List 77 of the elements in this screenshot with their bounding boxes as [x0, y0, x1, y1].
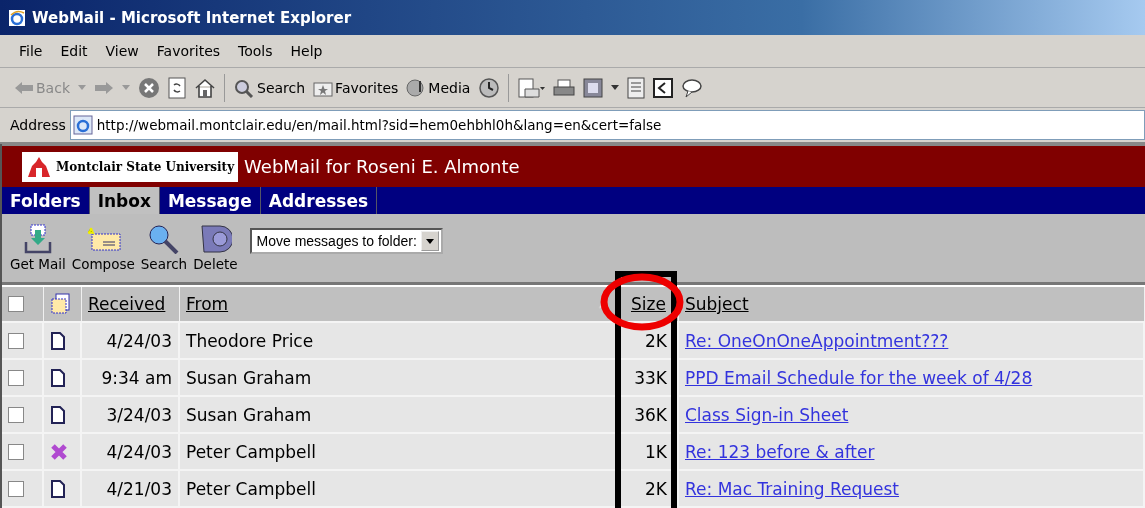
size-column-header[interactable]: Size — [631, 294, 666, 314]
size-cell: 33K — [617, 360, 679, 395]
sender-cell: Peter Campbell — [180, 434, 617, 469]
window-title: WebMail - Microsoft Internet Explorer — [32, 8, 352, 27]
row-checkbox[interactable] — [8, 480, 24, 497]
received-cell: 3/24/03 — [82, 397, 180, 432]
envelope-stack-icon — [50, 293, 72, 315]
received-cell: 4/21/03 — [82, 471, 180, 506]
sender-cell: Susan Graham — [180, 397, 617, 432]
sender-cell: Susan Graham — [180, 360, 617, 395]
row-checkbox[interactable] — [8, 332, 24, 349]
menu-item[interactable]: File — [10, 43, 52, 59]
address-label: Address — [10, 117, 66, 133]
page-icon — [72, 115, 93, 135]
size-cell: 36K — [617, 397, 679, 432]
media-button[interactable]: Media — [406, 77, 471, 98]
move-to-folder-dropdown[interactable]: Move messages to folder: — [249, 228, 443, 254]
row-checkbox[interactable] — [8, 443, 24, 460]
sender-cell: Peter Campbell — [180, 471, 617, 506]
trash-can-icon — [198, 224, 233, 254]
subject-link[interactable]: Class Sign-in Sheet — [685, 404, 849, 425]
document-icon[interactable] — [627, 76, 646, 99]
x-mark-icon — [50, 442, 68, 461]
building-icon — [26, 155, 52, 178]
frame-icon[interactable] — [653, 77, 674, 98]
select-all-checkbox[interactable] — [8, 296, 24, 312]
menu-item[interactable]: Favorites — [147, 43, 230, 59]
home-icon[interactable] — [194, 77, 216, 98]
favorites-button[interactable]: Favorites — [313, 78, 399, 97]
size-cell: 1K — [617, 434, 679, 469]
received-cell: 4/24/03 — [82, 323, 180, 358]
search-icon — [147, 224, 181, 254]
menu-item[interactable]: Edit — [51, 43, 97, 59]
document-icon — [50, 478, 66, 499]
sender-cell: Theodore Price — [180, 323, 617, 358]
search-button[interactable]: Search — [233, 77, 306, 98]
print-icon[interactable] — [553, 77, 576, 98]
subject-link[interactable]: PPD Email Schedule for the week of 4/28 — [685, 367, 1033, 388]
document-icon — [50, 404, 66, 425]
document-icon — [50, 367, 66, 388]
dropdown-arrow-icon[interactable] — [611, 85, 620, 90]
row-checkbox[interactable] — [8, 369, 24, 386]
size-cell: 2K — [617, 471, 679, 506]
document-icon — [50, 330, 66, 351]
row-checkbox[interactable] — [8, 406, 24, 423]
chat-bubble-icon[interactable] — [681, 77, 704, 98]
stop-icon[interactable] — [138, 76, 160, 99]
forward-arrow-icon[interactable] — [94, 80, 114, 95]
toolbar-button[interactable]: Get Mail — [10, 224, 66, 272]
tab[interactable]: Inbox — [89, 187, 160, 214]
received-cell: 4/24/03 — [82, 434, 180, 469]
mail-icon[interactable] — [517, 76, 546, 99]
received-column-header[interactable]: Received — [88, 294, 166, 314]
back-arrow-icon — [14, 80, 34, 95]
university-logo: Montclair State University — [22, 151, 239, 182]
toolbar-button[interactable]: Search — [140, 224, 188, 272]
subject-column-header[interactable]: Subject — [685, 294, 749, 314]
edit-icon[interactable] — [583, 77, 604, 98]
toolbar-button[interactable]: Compose — [71, 224, 135, 272]
subject-link[interactable]: Re: Mac Training Request — [685, 478, 899, 499]
received-cell: 9:34 am — [82, 360, 180, 395]
menu-item[interactable]: View — [96, 43, 148, 59]
toolbar-button[interactable]: Delete — [193, 224, 238, 272]
address-field[interactable]: http://webmail.montclair.edu/en/mail.html?sid=hem0ehbhl0h&lang=en&cert=false — [69, 110, 1145, 140]
media-icon — [406, 77, 427, 98]
subject-link[interactable]: Re: OneOnOneAppointment??? — [685, 330, 949, 351]
dropdown-arrow-icon — [425, 238, 434, 244]
size-cell: 2K — [617, 323, 679, 358]
search-icon — [233, 77, 255, 98]
from-column-header[interactable]: From — [186, 294, 229, 314]
page-title: WebMail for Roseni E. Almonte — [244, 156, 520, 177]
history-icon[interactable] — [478, 76, 501, 99]
subject-link[interactable]: Re: 123 before & after — [685, 441, 875, 462]
menu-item[interactable]: Help — [281, 43, 332, 59]
refresh-icon[interactable] — [168, 76, 186, 99]
browser-logo-icon — [8, 8, 26, 27]
menu-item[interactable]: Tools — [229, 43, 282, 59]
